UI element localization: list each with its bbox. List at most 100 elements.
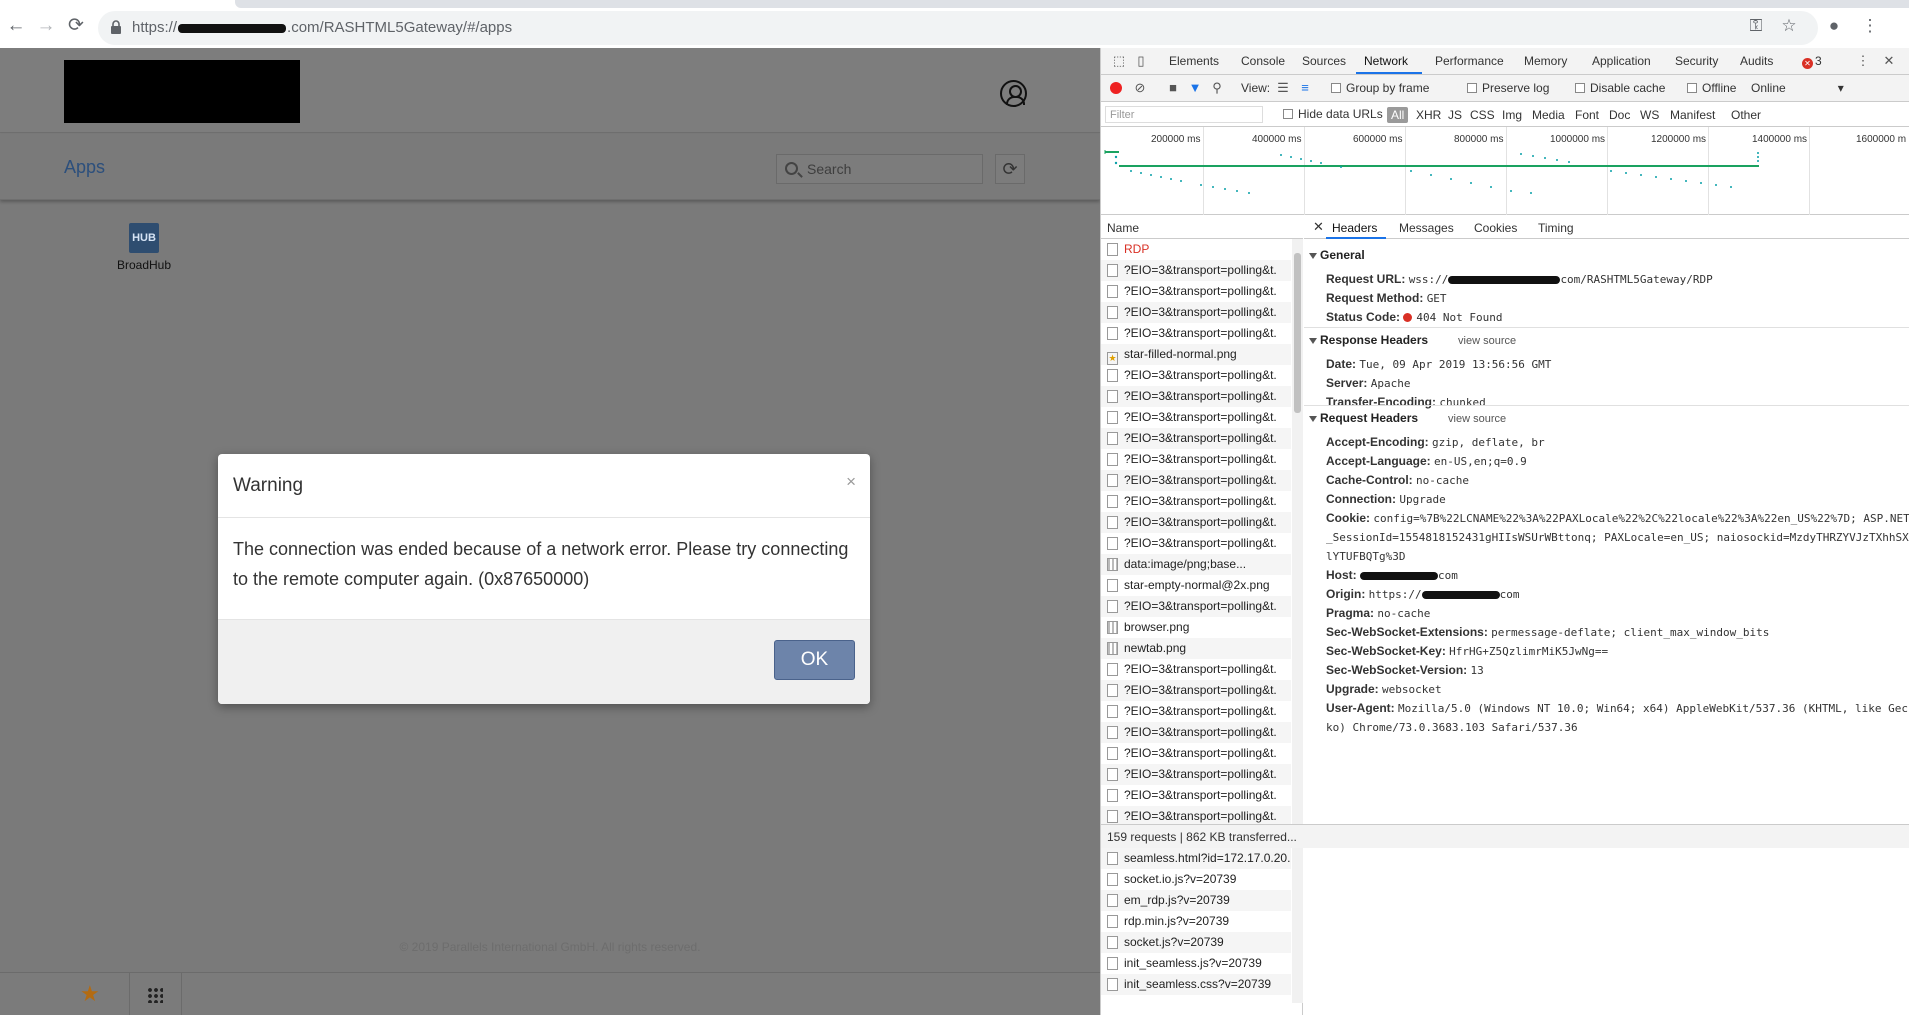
back-arrow-icon[interactable]: ←: [4, 14, 28, 38]
profile-icon[interactable]: ●: [1823, 15, 1845, 37]
request-row[interactable]: ?EIO=3&transport=polling&t.: [1101, 512, 1291, 533]
name-column-header[interactable]: Name: [1101, 215, 1303, 239]
type-filter-img[interactable]: Img: [1502, 108, 1522, 122]
request-row[interactable]: ?EIO=3&transport=polling&t.: [1101, 323, 1291, 344]
view-source-link[interactable]: view source: [1458, 335, 1516, 347]
request-row[interactable]: init_seamless.css?v=20739: [1101, 974, 1291, 995]
request-row[interactable]: ?EIO=3&transport=polling&t.: [1101, 302, 1291, 323]
request-row[interactable]: ?EIO=3&transport=polling&t.: [1101, 785, 1291, 806]
forward-arrow-icon[interactable]: →: [34, 14, 58, 38]
type-filter-media[interactable]: Media: [1532, 108, 1565, 122]
request-row[interactable]: ?EIO=3&transport=polling&t.: [1101, 365, 1291, 386]
address-bar[interactable]: https://.com/RASHTML5Gateway/#/apps: [98, 11, 1818, 45]
request-row[interactable]: ★ star-filled-normal.png: [1101, 344, 1291, 365]
request-list-scrollbar[interactable]: [1292, 239, 1303, 1003]
app-tile-broadhub[interactable]: HUB BroadHub: [100, 223, 188, 272]
record-icon[interactable]: [1110, 82, 1122, 94]
type-filter-manifest[interactable]: Manifest: [1670, 108, 1715, 122]
screenshot-camera-icon[interactable]: ■: [1165, 80, 1181, 96]
throttling-select[interactable]: Online ▾: [1751, 81, 1844, 95]
filter-funnel-icon[interactable]: ▼: [1187, 80, 1203, 96]
refresh-button[interactable]: ⟳: [995, 154, 1025, 184]
search-input[interactable]: [807, 161, 977, 177]
response-headers-title[interactable]: Response Headers view source: [1304, 330, 1909, 351]
clear-icon[interactable]: ⊘: [1132, 80, 1148, 96]
view-source-link[interactable]: view source: [1448, 413, 1506, 425]
tab-audits[interactable]: Audits: [1740, 54, 1773, 68]
request-row[interactable]: ?EIO=3&transport=polling&t.: [1101, 722, 1291, 743]
request-row[interactable]: ?EIO=3&transport=polling&t.: [1101, 533, 1291, 554]
error-counter[interactable]: ✕ 3: [1802, 54, 1822, 69]
request-row[interactable]: data:image/png;base...: [1101, 554, 1291, 575]
request-row[interactable]: ?EIO=3&transport=polling&t.: [1101, 407, 1291, 428]
request-row[interactable]: seamless.html?id=172.17.0.20.: [1101, 848, 1291, 869]
request-row[interactable]: ?EIO=3&transport=polling&t.: [1101, 281, 1291, 302]
preserve-log-checkbox[interactable]: Preserve log: [1467, 81, 1549, 95]
tab-security[interactable]: Security: [1675, 54, 1718, 68]
request-row[interactable]: ?EIO=3&transport=polling&t.: [1101, 491, 1291, 512]
tab-cookies[interactable]: Cookies: [1474, 221, 1517, 235]
tab-network[interactable]: Network: [1364, 54, 1408, 68]
disable-cache-checkbox[interactable]: Disable cache: [1575, 81, 1665, 95]
tab-console[interactable]: Console: [1241, 54, 1285, 68]
type-filter-ws[interactable]: WS: [1640, 108, 1659, 122]
network-overview-timeline[interactable]: 200000 ms 400000 ms 600000 ms 800000 ms …: [1101, 127, 1909, 215]
request-headers-title[interactable]: Request Headers view source: [1304, 408, 1909, 429]
request-row[interactable]: browser.png: [1101, 617, 1291, 638]
offline-checkbox[interactable]: Offline: [1687, 81, 1736, 95]
request-row[interactable]: ?EIO=3&transport=polling&t.: [1101, 659, 1291, 680]
request-row[interactable]: ?EIO=3&transport=polling&t.: [1101, 743, 1291, 764]
request-row[interactable]: ?EIO=3&transport=polling&t.: [1101, 701, 1291, 722]
tab-sources[interactable]: Sources: [1302, 54, 1346, 68]
request-row[interactable]: ?EIO=3&transport=polling&t.: [1101, 260, 1291, 281]
general-section-title[interactable]: General: [1304, 245, 1909, 266]
request-row[interactable]: ?EIO=3&transport=polling&t.: [1101, 449, 1291, 470]
request-row[interactable]: socket.js?v=20739: [1101, 932, 1291, 953]
request-row[interactable]: init_seamless.js?v=20739: [1101, 953, 1291, 974]
close-icon[interactable]: ✕: [1313, 219, 1324, 235]
type-filter-all[interactable]: All: [1387, 107, 1409, 123]
type-filter-xhr[interactable]: XHR: [1416, 108, 1441, 122]
scrollbar-thumb[interactable]: [1294, 253, 1301, 413]
type-filter-other[interactable]: Other: [1731, 108, 1761, 122]
tab-timing[interactable]: Timing: [1538, 221, 1574, 235]
devtools-menu-icon[interactable]: ⋮: [1855, 53, 1871, 69]
devtools-close-icon[interactable]: ✕: [1881, 53, 1897, 69]
request-row[interactable]: RDP: [1101, 239, 1291, 260]
request-row[interactable]: ?EIO=3&transport=polling&t.: [1101, 764, 1291, 785]
filter-input[interactable]: [1105, 106, 1263, 123]
request-row[interactable]: em_rdp.js?v=20739: [1101, 890, 1291, 911]
large-rows-icon[interactable]: ☰: [1275, 80, 1291, 96]
request-row[interactable]: ?EIO=3&transport=polling&t.: [1101, 470, 1291, 491]
account-icon[interactable]: [1000, 80, 1027, 107]
tab-elements[interactable]: Elements: [1169, 54, 1219, 68]
favorites-star-icon[interactable]: ★: [80, 981, 100, 1007]
apps-grid-icon[interactable]: [147, 987, 163, 1003]
hide-data-urls-checkbox[interactable]: Hide data URLs: [1283, 107, 1383, 121]
request-row[interactable]: star-empty-normal@2x.png: [1101, 575, 1291, 596]
search-box[interactable]: [776, 154, 983, 184]
type-filter-js[interactable]: JS: [1448, 108, 1462, 122]
tab-performance[interactable]: Performance: [1435, 54, 1504, 68]
request-row[interactable]: socket.io.js?v=20739: [1101, 869, 1291, 890]
request-row[interactable]: ?EIO=3&transport=polling&t.: [1101, 386, 1291, 407]
type-filter-font[interactable]: Font: [1575, 108, 1599, 122]
inspect-element-icon[interactable]: ⬚: [1111, 53, 1127, 69]
bookmark-star-icon[interactable]: ☆: [1778, 15, 1800, 37]
request-row[interactable]: newtab.png: [1101, 638, 1291, 659]
waterfall-icon[interactable]: ≡: [1297, 80, 1313, 96]
request-row[interactable]: ?EIO=3&transport=polling&t.: [1101, 680, 1291, 701]
tab-messages[interactable]: Messages: [1399, 221, 1454, 235]
type-filter-doc[interactable]: Doc: [1609, 108, 1630, 122]
key-icon[interactable]: ⚿: [1745, 15, 1767, 37]
request-row[interactable]: ?EIO=3&transport=polling&t.: [1101, 596, 1291, 617]
group-by-frame-checkbox[interactable]: Group by frame: [1331, 81, 1429, 95]
ok-button[interactable]: OK: [774, 640, 855, 680]
close-icon[interactable]: ×: [846, 472, 856, 492]
tab-memory[interactable]: Memory: [1524, 54, 1567, 68]
search-icon[interactable]: ⚲: [1209, 80, 1225, 96]
request-row[interactable]: rdp.min.js?v=20739: [1101, 911, 1291, 932]
device-toolbar-icon[interactable]: ▯: [1133, 53, 1149, 69]
type-filter-css[interactable]: CSS: [1470, 108, 1495, 122]
reload-icon[interactable]: ⟳: [64, 14, 88, 38]
